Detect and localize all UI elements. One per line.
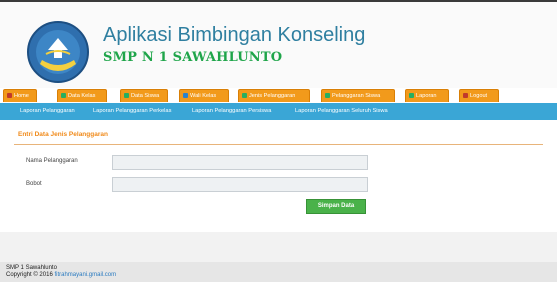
tab-data-siswa-label: Data Siswa (131, 93, 160, 99)
tab-wali-kelas-label: Wali Kelas (190, 93, 217, 99)
home-icon (7, 93, 12, 98)
footer-copyright: Copyright © 2016 fitrahmayani.gmail.com (6, 272, 116, 278)
form-title: Entri Data Jenis Pelanggaran (18, 131, 108, 138)
bobot-label: Bobot (26, 181, 42, 187)
tab-pelanggaran-siswa[interactable]: Pelanggaran Siswa (321, 89, 395, 102)
app-title: Aplikasi Bimbingan Konseling (103, 24, 366, 46)
form-divider (14, 144, 543, 145)
subnav-laporan-persiswa[interactable]: Laporan Pelanggaran Persiswa (192, 103, 271, 120)
subnav-laporan-pelanggaran[interactable]: Laporan Pelanggaran (20, 103, 75, 120)
header: Aplikasi Bimbingan Konseling SMP N 1 SAW… (0, 2, 557, 90)
logout-icon (463, 93, 468, 98)
footer-copyright-text: Copyright © 2016 (6, 272, 53, 278)
report-subnav: Laporan Pelanggaran Laporan Pelanggaran … (0, 103, 557, 120)
tab-jenis-pelanggaran-label: Jenis Pelanggaran (249, 93, 296, 99)
teacher-icon (183, 93, 188, 98)
footer-email-link[interactable]: fitrahmayani.gmail.com (54, 272, 116, 278)
student-icon (124, 93, 129, 98)
violation-type-icon (242, 93, 247, 98)
school-crest-icon (27, 21, 89, 83)
subnav-laporan-perkelas[interactable]: Laporan Pelanggaran Perkelas (93, 103, 171, 120)
simpan-data-button[interactable]: Simpan Data (306, 199, 366, 214)
tab-logout[interactable]: Logout (459, 89, 499, 102)
content-bottom-band (0, 232, 557, 262)
main-nav: Home Data Kelas Data Siswa Wali Kelas Je… (0, 88, 557, 103)
class-icon (61, 93, 66, 98)
school-name: SMP N 1 SAWAHLUNTO (103, 50, 283, 65)
tab-data-kelas[interactable]: Data Kelas (57, 89, 107, 102)
report-icon (409, 93, 414, 98)
tab-home[interactable]: Home (3, 89, 37, 102)
footer-school: SMP 1 Sawahlunto (6, 265, 57, 271)
tab-logout-label: Logout (470, 93, 488, 99)
tab-laporan-label: Laporan (416, 93, 437, 99)
tab-home-label: Home (14, 93, 29, 99)
nama-pelanggaran-input[interactable] (112, 155, 368, 170)
tab-data-kelas-label: Data Kelas (68, 93, 96, 99)
tab-laporan[interactable]: Laporan (405, 89, 449, 102)
tab-jenis-pelanggaran[interactable]: Jenis Pelanggaran (238, 89, 310, 102)
nama-pelanggaran-label: Nama Pelanggaran (26, 158, 78, 164)
bobot-input[interactable] (112, 177, 368, 192)
tab-data-siswa[interactable]: Data Siswa (120, 89, 168, 102)
student-violation-icon (325, 93, 330, 98)
tab-pelanggaran-siswa-label: Pelanggaran Siswa (332, 93, 381, 99)
subnav-laporan-seluruh-siswa[interactable]: Laporan Pelanggaran Seluruh Siswa (295, 103, 388, 120)
tab-wali-kelas[interactable]: Wali Kelas (179, 89, 229, 102)
